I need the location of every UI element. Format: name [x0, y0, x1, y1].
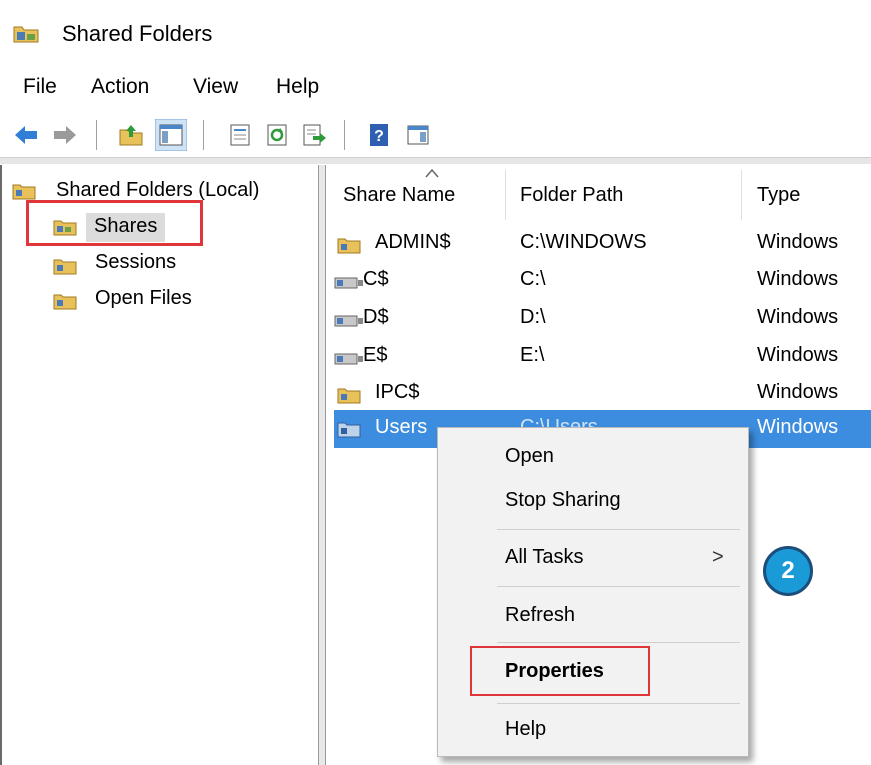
- context-menu-open[interactable]: Open: [505, 445, 554, 468]
- sessions-icon: [53, 259, 77, 275]
- menu-help[interactable]: Help: [276, 75, 319, 99]
- row-share-name-selected[interactable]: Users: [375, 416, 427, 439]
- toolbar-separator: [96, 120, 97, 150]
- row-type: Windows: [757, 416, 839, 438]
- svg-text:?: ?: [374, 128, 384, 145]
- menu-separator: [497, 703, 740, 704]
- drive-share-icon: [334, 315, 363, 327]
- row-share-name[interactable]: ADMIN$: [375, 231, 451, 254]
- properties-highlight-box: [470, 646, 650, 696]
- menu-separator: [497, 529, 740, 530]
- toolbar-separator: [203, 120, 204, 150]
- toolbar-divider: [0, 157, 871, 164]
- up-folder-icon[interactable]: [118, 122, 144, 148]
- context-menu-refresh[interactable]: Refresh: [505, 604, 575, 627]
- row-share-name[interactable]: D$: [363, 306, 389, 329]
- context-menu-help[interactable]: Help: [505, 718, 546, 741]
- tree-item-sessions[interactable]: Sessions: [95, 251, 176, 274]
- menu-separator: [497, 586, 740, 587]
- row-type: Windows: [757, 381, 839, 403]
- tree-item-root[interactable]: Shared Folders (Local): [56, 179, 259, 202]
- sort-ascending-icon: [425, 168, 439, 178]
- row-type: Windows: [757, 306, 839, 328]
- share-folder-icon: [337, 238, 361, 254]
- context-menu-stop-sharing[interactable]: Stop Sharing: [505, 489, 621, 512]
- row-type: Windows: [757, 231, 839, 253]
- context-menu-all-tasks[interactable]: All Tasks: [505, 546, 584, 569]
- menu-separator: [497, 642, 740, 643]
- forward-arrow-icon[interactable]: [52, 122, 78, 148]
- menu-view[interactable]: View: [193, 75, 238, 99]
- column-divider[interactable]: [741, 170, 742, 220]
- row-share-name[interactable]: E$: [363, 344, 387, 367]
- show-hide-action-pane-icon[interactable]: [405, 122, 431, 148]
- shared-folder-icon: [13, 26, 39, 43]
- help-icon[interactable]: ?: [367, 122, 393, 148]
- row-folder-path: C:\WINDOWS: [520, 231, 647, 253]
- row-share-name[interactable]: IPC$: [375, 381, 419, 404]
- row-type: Windows: [757, 268, 839, 290]
- share-folder-icon: [337, 388, 361, 404]
- properties-icon[interactable]: [227, 122, 253, 148]
- menu-file[interactable]: File: [23, 75, 57, 99]
- row-folder-path: D:\: [520, 306, 546, 328]
- drive-share-icon: [334, 277, 363, 289]
- row-type: Windows: [757, 344, 839, 366]
- drive-share-icon: [334, 353, 363, 365]
- open-files-icon: [53, 294, 77, 310]
- refresh-icon[interactable]: [264, 122, 290, 148]
- window-title: Shared Folders: [62, 21, 213, 46]
- step-number-badge: 2: [763, 546, 813, 596]
- column-header-type[interactable]: Type: [757, 184, 800, 207]
- show-hide-tree-icon[interactable]: [155, 119, 187, 151]
- back-arrow-icon[interactable]: [13, 122, 39, 148]
- column-divider[interactable]: [505, 170, 506, 220]
- tree-item-open-files[interactable]: Open Files: [95, 287, 192, 310]
- shared-folder-icon: [12, 184, 36, 200]
- shares-highlight-box: [26, 200, 203, 246]
- share-folder-icon: [337, 422, 361, 438]
- pane-splitter[interactable]: [318, 165, 326, 765]
- export-list-icon[interactable]: [301, 122, 327, 148]
- toolbar-separator: [344, 120, 345, 150]
- menu-action[interactable]: Action: [91, 75, 149, 99]
- column-header-folder-path[interactable]: Folder Path: [520, 184, 623, 207]
- submenu-arrow-icon: >: [712, 546, 724, 568]
- context-menu: [437, 427, 749, 757]
- row-share-name[interactable]: C$: [363, 268, 389, 291]
- row-folder-path: E:\: [520, 344, 545, 366]
- column-header-share-name[interactable]: Share Name: [343, 184, 455, 207]
- row-folder-path: C:\: [520, 268, 546, 290]
